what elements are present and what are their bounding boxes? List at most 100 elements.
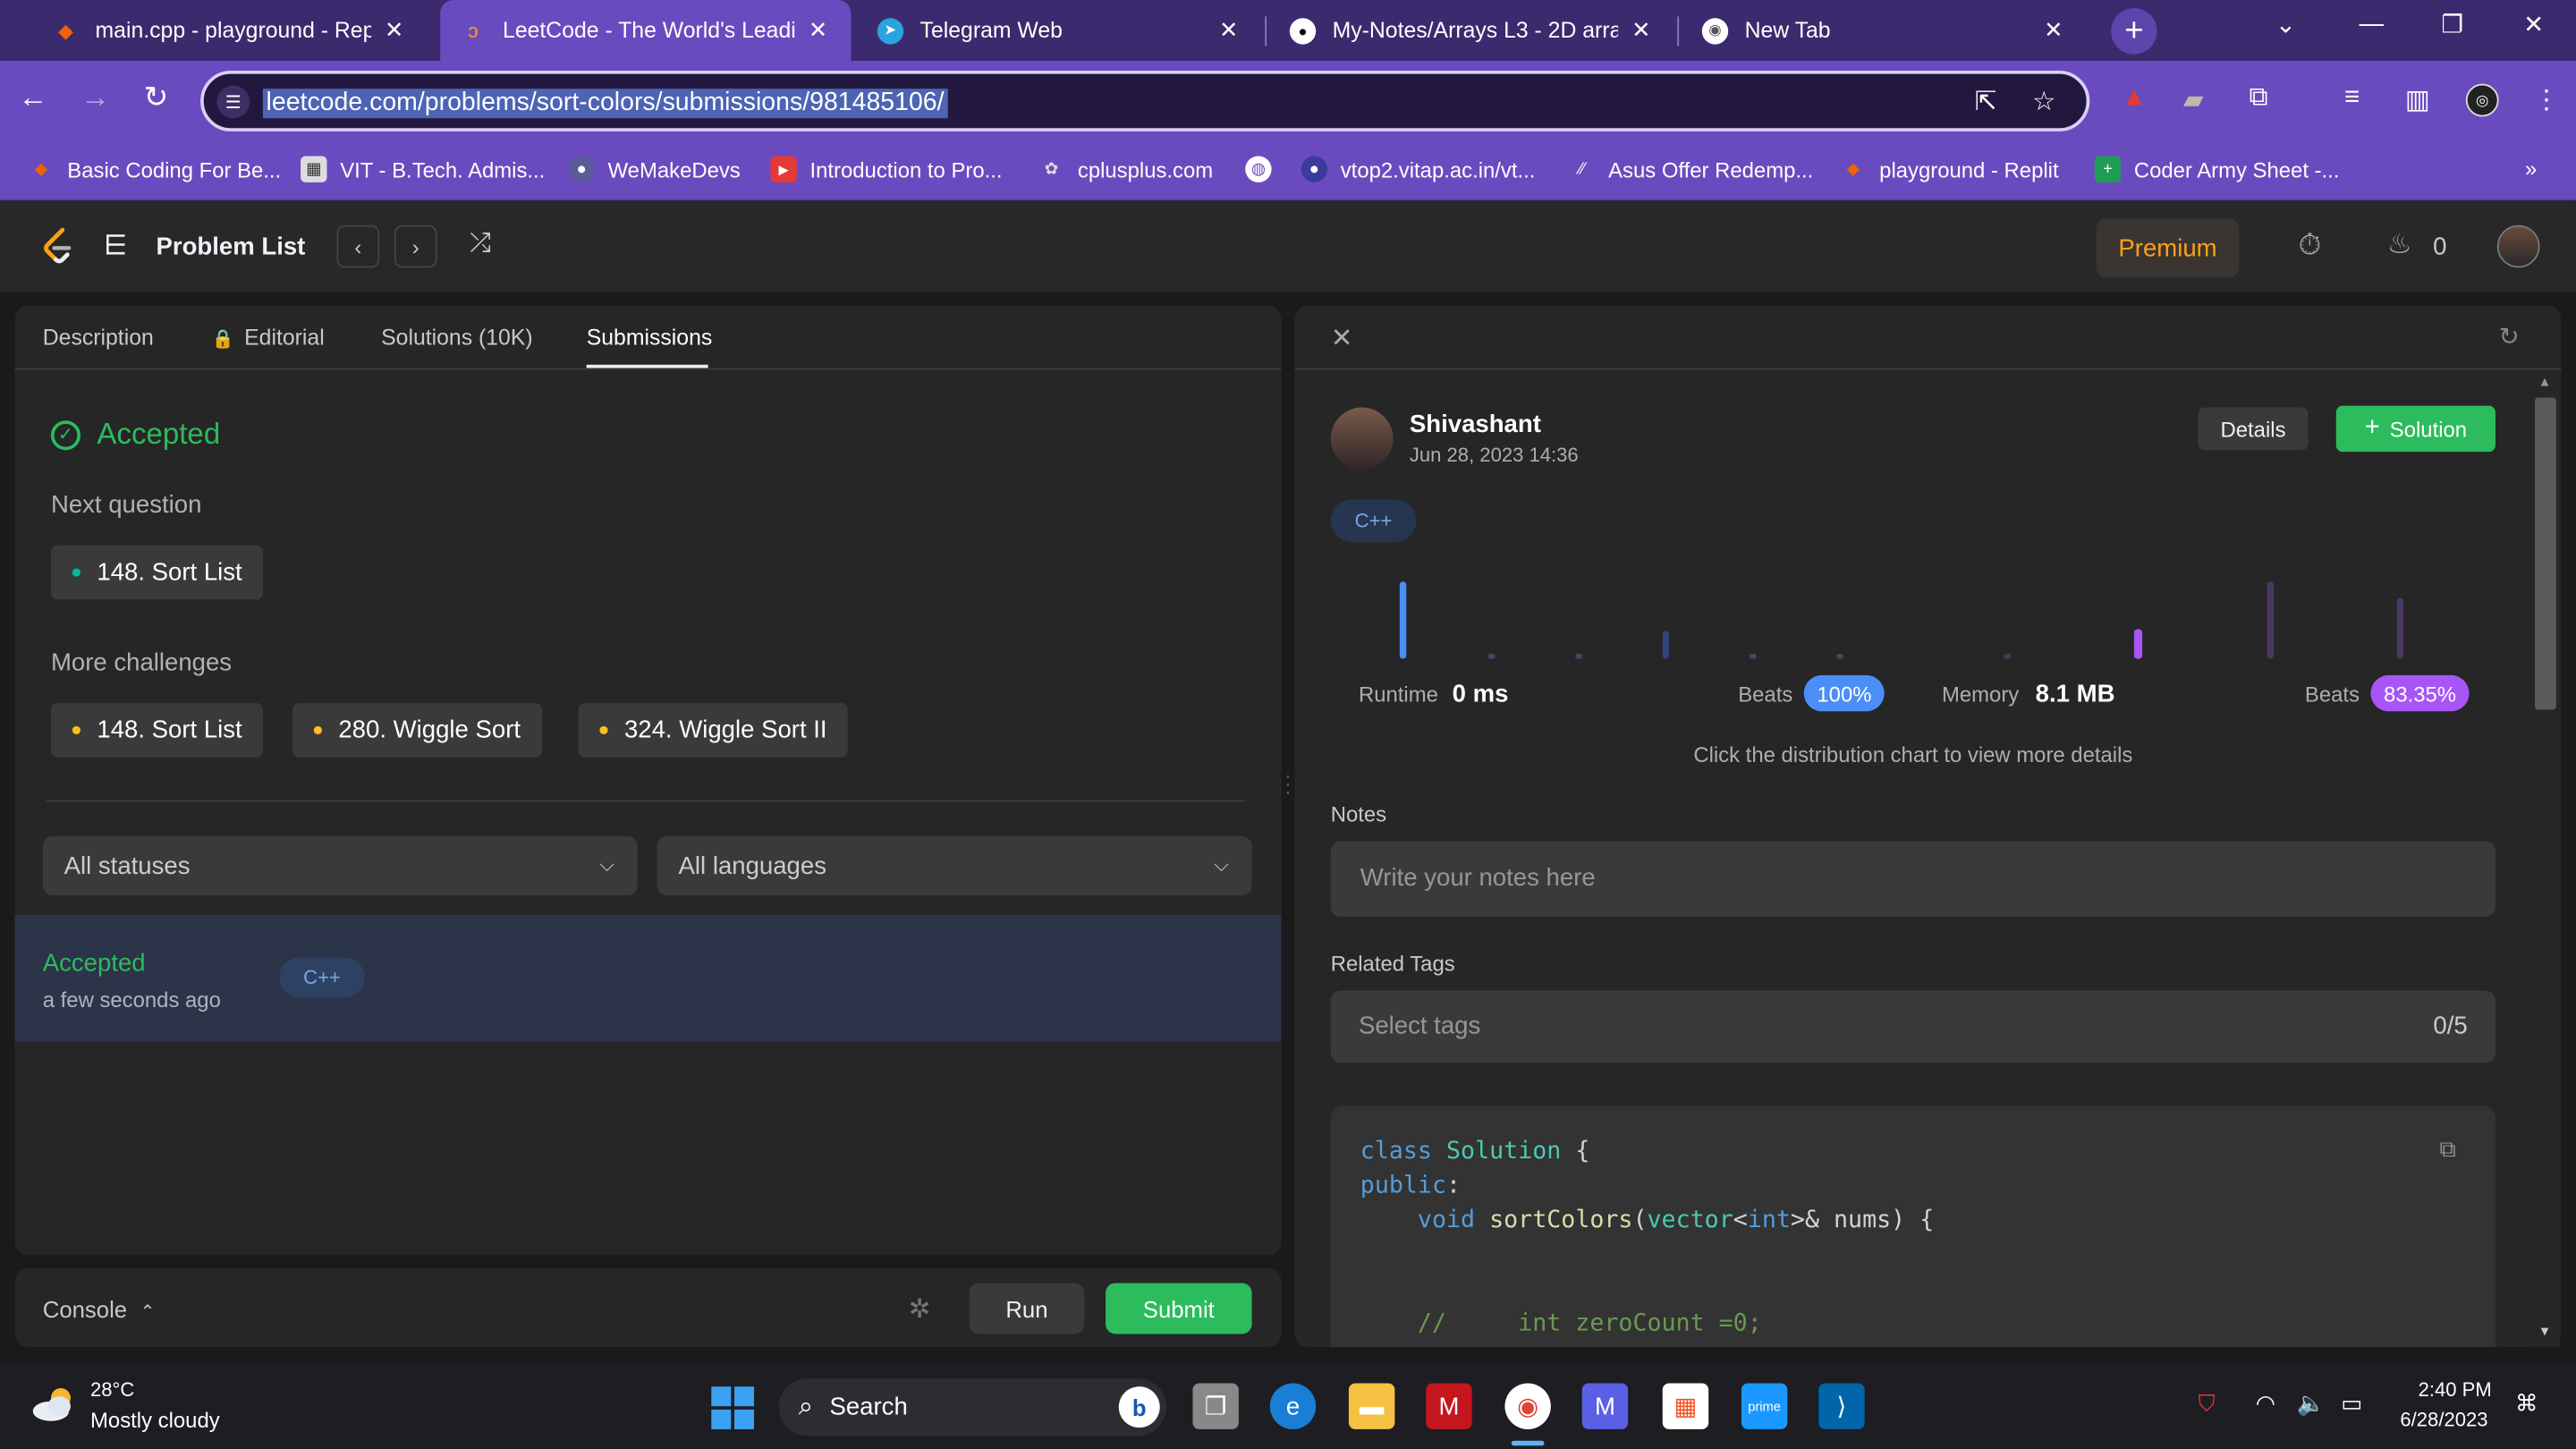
mcafee-icon[interactable]: M	[1426, 1383, 1472, 1429]
tab-description[interactable]: Description	[43, 326, 154, 351]
challenge-chip[interactable]: 280. Wiggle Sort	[292, 703, 542, 758]
site-info-icon[interactable]: ☰	[216, 85, 250, 119]
premium-button[interactable]: Premium	[2096, 218, 2240, 278]
clock-time[interactable]: 2:40 PM	[2419, 1378, 2492, 1402]
debug-bug-icon[interactable]: ✲	[909, 1292, 931, 1326]
scrollbar-thumb[interactable]	[2535, 397, 2556, 710]
copy-icon[interactable]: ⧉	[2439, 1135, 2455, 1163]
browser-tab-telegram[interactable]: ➤ Telegram Web ✕	[858, 0, 1262, 61]
bookmark-item[interactable]: ▶ Introduction to Pro...	[770, 156, 1003, 182]
bookmark-star-icon[interactable]: ☆	[2032, 86, 2055, 119]
tab-search-icon[interactable]: ⌄	[2275, 10, 2296, 39]
close-tab-icon[interactable]: ✕	[805, 16, 831, 44]
submission-row[interactable]: Accepted a few seconds ago C++	[14, 915, 1282, 1042]
share-icon[interactable]: ⇱	[1975, 86, 1997, 119]
taskbar-search[interactable]: ⌕ Search b	[778, 1377, 1167, 1436]
distribution-chart[interactable]	[1331, 568, 2481, 666]
close-tab-icon[interactable]: ✕	[2040, 16, 2066, 44]
windows-start-icon[interactable]	[711, 1386, 755, 1429]
tags-select[interactable]: Select tags 0/5	[1330, 990, 2496, 1063]
close-tab-icon[interactable]: ✕	[381, 16, 407, 44]
reload-icon[interactable]: ↻	[136, 80, 175, 115]
close-tab-icon[interactable]: ✕	[1216, 16, 1241, 44]
task-view-icon[interactable]: ❐	[1192, 1383, 1239, 1429]
notes-input[interactable]: Write your notes here	[1330, 841, 2496, 917]
bookmark-item[interactable]: ▦ VIT - B.Tech. Admis...	[301, 156, 545, 182]
code-block[interactable]: ⧉ class Solution { public: void sortColo…	[1330, 1106, 2496, 1348]
chrome-menu-icon[interactable]: ⋮	[2533, 84, 2559, 117]
tab-editorial[interactable]: 🔒 Editorial	[212, 326, 325, 351]
browser-tab-leetcode[interactable]: ↄ LeetCode - The World's Leading ✕	[440, 0, 852, 61]
pdf-extension-icon[interactable]: ▲	[2121, 84, 2147, 114]
challenge-chip[interactable]: 148. Sort List	[50, 703, 264, 758]
run-button[interactable]: Run	[969, 1283, 1085, 1335]
bookmark-item[interactable]: ◆ Basic Coding For Be...	[28, 156, 281, 182]
language-filter-select[interactable]: All languages ⌵	[657, 835, 1252, 896]
bookmark-item[interactable]: ◆ playground - Replit	[1840, 156, 2059, 182]
scroll-down-icon[interactable]: ▼	[2538, 1324, 2552, 1339]
bookmark-item[interactable]: ◍	[1245, 156, 1284, 182]
tab-solutions[interactable]: Solutions (10K)	[381, 326, 533, 351]
tab-submissions[interactable]: Submissions	[587, 326, 713, 351]
close-window-icon[interactable]: ✕	[2523, 10, 2544, 39]
panel-resize-handle[interactable]: · · ·	[1284, 766, 1291, 801]
mcafee-tray-icon[interactable]: ⛉	[2199, 1390, 2216, 1418]
prev-problem-button[interactable]: ‹	[336, 225, 380, 268]
browser-tab-github[interactable]: ● My-Notes/Arrays L3 - 2D array ✕	[1270, 0, 1674, 61]
volume-icon[interactable]: 🔈	[2297, 1390, 2326, 1418]
avatar[interactable]	[2496, 225, 2540, 268]
author-avatar[interactable]	[1330, 407, 1394, 470]
file-explorer-icon[interactable]: ▬	[1348, 1383, 1395, 1429]
app-icon[interactable]: M	[1581, 1383, 1629, 1429]
vscode-icon[interactable]: ⟩	[1818, 1383, 1865, 1429]
scroll-up-icon[interactable]: ▲	[2538, 375, 2552, 390]
bing-icon[interactable]: b	[1118, 1386, 1160, 1428]
next-question-chip[interactable]: 148. Sort List	[50, 545, 264, 600]
bookmarks-more-icon[interactable]: »	[2525, 156, 2537, 181]
address-bar[interactable]: ☰ leetcode.com/problems/sort-colors/subm…	[200, 70, 2090, 131]
shuffle-icon[interactable]: ⤮	[470, 230, 491, 259]
cloudy-weather-icon[interactable]	[30, 1384, 79, 1427]
prime-video-icon[interactable]: prime	[1741, 1383, 1788, 1429]
bookmark-item[interactable]: ✿ cplusplus.com	[1038, 156, 1213, 182]
clock-date[interactable]: 6/28/2023	[2400, 1408, 2487, 1431]
flame-icon[interactable]: ♨	[2387, 228, 2412, 261]
refresh-icon[interactable]: ↻	[2499, 322, 2520, 352]
leetcode-logo-icon[interactable]	[39, 226, 75, 266]
new-tab-button[interactable]: +	[2111, 8, 2157, 55]
restore-icon[interactable]: ❐	[2441, 10, 2463, 39]
extensions-puzzle-icon[interactable]: ⧉	[2249, 84, 2267, 114]
chrome-icon[interactable]: ◉	[1504, 1383, 1551, 1429]
post-solution-button[interactable]: + Solution	[2335, 405, 2496, 453]
close-tab-icon[interactable]: ✕	[1628, 16, 1654, 44]
wifi-icon[interactable]: ◠	[2256, 1390, 2275, 1418]
weather-description[interactable]: Mostly cloudy	[90, 1408, 220, 1433]
details-button[interactable]: Details	[2198, 407, 2309, 451]
alarm-clock-icon[interactable]: ⏱	[2299, 228, 2322, 263]
url-text[interactable]: leetcode.com/problems/sort-colors/submis…	[262, 89, 948, 119]
submit-button[interactable]: Submit	[1106, 1283, 1252, 1335]
author-name[interactable]: Shivashant	[1410, 411, 1541, 438]
bookmark-item[interactable]: ● vtop2.vitap.ac.in/vt...	[1301, 156, 1535, 182]
next-problem-button[interactable]: ›	[394, 225, 437, 268]
problem-list-icon[interactable]: ⋿	[104, 230, 128, 263]
side-panel-icon[interactable]: ▥	[2405, 84, 2430, 117]
extension-icon[interactable]: ▰	[2183, 84, 2204, 117]
weather-temperature[interactable]: 28°C	[90, 1378, 134, 1402]
challenge-chip[interactable]: 324. Wiggle Sort II	[578, 703, 849, 758]
bookmark-item[interactable]: + Coder Army Sheet -...	[2094, 156, 2339, 182]
browser-tab-new[interactable]: ◉ New Tab ✕	[1682, 0, 2087, 61]
profile-icon[interactable]: ◎	[2465, 83, 2499, 117]
notification-icon[interactable]: ⌘	[2515, 1390, 2538, 1418]
microsoft-store-icon[interactable]: ▦	[1662, 1383, 1709, 1429]
close-icon[interactable]: ✕	[1331, 322, 1353, 355]
forward-icon[interactable]: →	[75, 80, 114, 115]
minimize-icon[interactable]: —	[2360, 10, 2385, 38]
browser-tab-replit[interactable]: ◆ main.cpp - playground - Replit ✕	[33, 0, 428, 61]
edge-icon[interactable]: e	[1269, 1383, 1317, 1429]
media-control-icon[interactable]: ≡	[2344, 84, 2360, 114]
console-toggle[interactable]: Console ⌃	[43, 1296, 156, 1322]
battery-icon[interactable]: ▭	[2341, 1390, 2362, 1418]
status-filter-select[interactable]: All statuses ⌵	[42, 835, 638, 896]
back-icon[interactable]: ←	[13, 80, 53, 115]
